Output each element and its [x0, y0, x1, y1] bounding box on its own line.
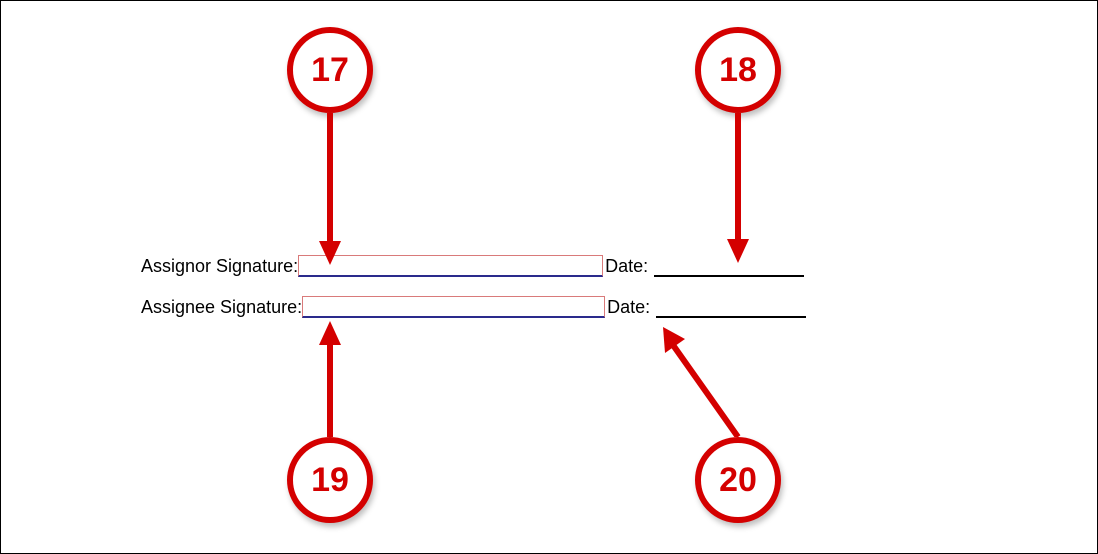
callout-20-arrow [659, 321, 759, 437]
assignee-row: Assignee Signature: Date: [141, 294, 806, 318]
assignee-signature-label: Assignee Signature: [141, 297, 302, 318]
callout-19-label: 19 [311, 461, 349, 500]
assignor-signature-field[interactable] [298, 255, 603, 277]
assignor-date-field[interactable] [654, 259, 804, 277]
document-page: Assignor Signature: Date: Assignee Signa… [1, 1, 1097, 553]
callout-20: 20 [695, 437, 781, 523]
callout-17-arrow [317, 113, 347, 265]
assignor-signature-label: Assignor Signature: [141, 256, 298, 277]
assignor-row: Assignor Signature: Date: [141, 253, 804, 277]
assignee-signature-field[interactable] [302, 296, 605, 318]
assignee-date-label: Date: [607, 297, 650, 318]
callout-17: 17 [287, 27, 373, 113]
assignor-date-label: Date: [605, 256, 648, 277]
callout-18: 18 [695, 27, 781, 113]
callout-17-label: 17 [311, 51, 349, 90]
callout-19: 19 [287, 437, 373, 523]
callout-18-arrow [725, 113, 755, 263]
callout-18-label: 18 [719, 51, 757, 90]
callout-19-arrow [317, 321, 347, 437]
assignee-date-field[interactable] [656, 300, 806, 318]
callout-20-label: 20 [719, 461, 757, 500]
